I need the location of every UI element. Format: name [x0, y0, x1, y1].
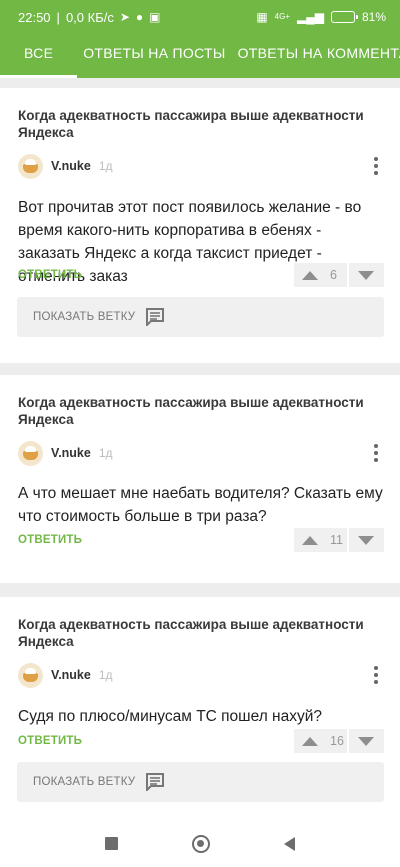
downvote-button[interactable]	[348, 263, 384, 287]
rating-controls: 11	[294, 528, 384, 552]
comment-age: 1д	[98, 159, 113, 173]
clock: 22:50	[18, 9, 51, 25]
network-speed: 0,0 КБ/с	[65, 9, 114, 25]
home-icon[interactable]	[192, 834, 210, 853]
system-nav-bar	[0, 820, 400, 867]
recent-apps-icon[interactable]	[105, 837, 118, 850]
arrow-down-icon	[358, 736, 375, 746]
score: 6	[330, 268, 337, 282]
lock-icon: ▣	[149, 10, 161, 24]
comment-card: Когда адекватность пассажира выше адеква…	[0, 597, 400, 820]
signal-label: 4G+	[274, 12, 290, 21]
tab-post-replies[interactable]: ОТВЕТЫ НА ПОСТЫ	[77, 34, 231, 78]
more-options-icon[interactable]	[366, 662, 386, 688]
status-separator: |	[56, 9, 60, 25]
author-name[interactable]: V.nuke	[51, 159, 91, 173]
tab-all[interactable]: ВСЕ	[0, 34, 78, 78]
avatar[interactable]	[18, 153, 43, 179]
arrow-down-icon	[358, 270, 375, 280]
comment-text: А что мешает мне наебать водителя? Сказа…	[18, 485, 383, 525]
score: 11	[330, 533, 343, 547]
rating-controls: 6	[294, 263, 384, 287]
tab-comment-replies[interactable]: ОТВЕТЫ НА КОММЕНТАРИИ	[232, 34, 400, 78]
comment-icon	[145, 308, 165, 328]
rating-controls: 16	[294, 729, 384, 753]
author-row: V.nuke 1д	[18, 662, 386, 688]
telegram-icon: ➤	[119, 10, 130, 24]
back-icon[interactable]	[284, 836, 295, 851]
comment-icon	[145, 773, 165, 793]
comment-text: Судя по плюсо/минусам ТС пошел нахуй?	[18, 708, 323, 725]
show-thread-button[interactable]: ПОКАЗАТЬ ВЕТКУ	[17, 762, 384, 802]
arrow-up-icon	[302, 535, 318, 545]
reply-button[interactable]: ОТВЕТИТЬ	[18, 269, 82, 281]
status-bar: 22:50 | 0,0 КБ/с ➤ ● ▣ ▦ 4G+ ▂▄▆ 81%	[0, 0, 400, 34]
comment-age: 1д	[98, 446, 113, 460]
chat-icon: ●	[135, 10, 144, 24]
downvote-button[interactable]	[348, 729, 384, 753]
more-options-icon[interactable]	[366, 440, 386, 466]
author-name[interactable]: V.nuke	[51, 446, 91, 460]
comment-card: Когда адекватность пассажира выше адеква…	[0, 88, 400, 363]
comment-card: Когда адекватность пассажира выше адеква…	[0, 375, 400, 583]
upvote-button[interactable]: 16	[294, 729, 347, 753]
upvote-button[interactable]: 11	[294, 528, 347, 552]
post-title[interactable]: Когда адекватность пассажира выше адеква…	[18, 107, 370, 141]
downvote-button[interactable]	[348, 528, 384, 552]
more-options-icon[interactable]	[366, 153, 386, 179]
tab-bar: ВСЕ ОТВЕТЫ НА ПОСТЫ ОТВЕТЫ НА КОММЕНТАРИ…	[0, 34, 400, 78]
battery-icon	[330, 11, 358, 23]
avatar[interactable]	[18, 440, 43, 466]
arrow-down-icon	[358, 535, 375, 545]
author-row: V.nuke 1д	[18, 153, 386, 179]
show-thread-button[interactable]: ПОКАЗАТЬ ВЕТКУ	[17, 297, 384, 337]
author-row: V.nuke 1д	[18, 440, 386, 466]
post-title[interactable]: Когда адекватность пассажира выше адеква…	[18, 394, 370, 428]
sim-icon: ▦	[256, 10, 268, 24]
score: 16	[330, 734, 344, 748]
signal-icon: ▂▄▆	[297, 10, 324, 24]
comment-age: 1д	[98, 668, 113, 682]
reply-button[interactable]: ОТВЕТИТЬ	[18, 534, 82, 546]
arrow-up-icon	[302, 736, 318, 746]
post-title[interactable]: Когда адекватность пассажира выше адеква…	[18, 616, 370, 650]
show-thread-label: ПОКАЗАТЬ ВЕТКУ	[33, 311, 136, 323]
avatar[interactable]	[18, 662, 43, 688]
show-thread-label: ПОКАЗАТЬ ВЕТКУ	[33, 776, 136, 788]
arrow-up-icon	[302, 270, 318, 280]
battery-percent: 81%	[361, 10, 386, 24]
reply-button[interactable]: ОТВЕТИТЬ	[18, 735, 82, 747]
author-name[interactable]: V.nuke	[51, 668, 91, 682]
upvote-button[interactable]: 6	[294, 263, 347, 287]
